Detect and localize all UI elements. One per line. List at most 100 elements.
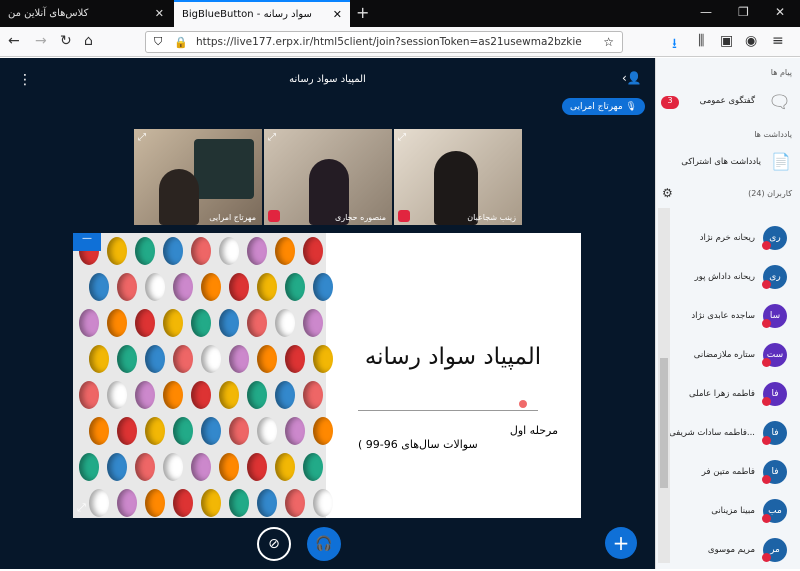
close-icon[interactable]: ✕	[155, 7, 164, 20]
slide-dot	[229, 489, 249, 517]
fullscreen-icon[interactable]: ⤢	[268, 132, 276, 143]
user-list-item[interactable]: فا فاطمه زهرا عاملی	[656, 377, 800, 415]
video-name: مهرتاج امرایی	[209, 213, 256, 222]
user-name: ریحانه داداش پور	[694, 272, 755, 282]
user-list-item[interactable]: مر مریم موسوی	[656, 533, 800, 571]
user-list-item[interactable]: فا فاطمه متین فر	[656, 455, 800, 493]
tab-bigbluebutton[interactable]: BigBlueButton - سواد رسانه ✕	[174, 0, 350, 27]
slide-dot	[107, 237, 127, 265]
slide-dot	[285, 345, 305, 373]
bookmark-star-icon[interactable]: ☆	[603, 35, 614, 49]
user-list-item[interactable]: ست ستاره ملازمضانی	[656, 338, 800, 376]
slide-dot	[219, 309, 239, 337]
close-window-icon[interactable]: ✕	[775, 5, 785, 19]
fullscreen-icon[interactable]: ⤢	[398, 132, 406, 143]
gear-icon[interactable]: ⚙	[662, 186, 673, 200]
home-icon[interactable]: ⌂	[84, 33, 93, 49]
slide-dot	[247, 453, 267, 481]
muted-icon	[762, 241, 771, 250]
slide-dot	[275, 453, 295, 481]
user-sidebar: پیام ها 🗨 گفتگوی عمومی 3 یادداشت ها 📄 یا…	[655, 58, 800, 569]
slide-dot	[117, 417, 137, 445]
slide-dot	[173, 273, 193, 301]
slide-dot	[89, 345, 109, 373]
slide-dot	[107, 309, 127, 337]
slide-dot	[303, 381, 323, 409]
muted-icon	[268, 210, 280, 222]
user-list-item[interactable]: فا فاطمه سادات شریفی ا...	[656, 416, 800, 454]
minimize-icon[interactable]: —	[700, 5, 712, 19]
slide-dot	[79, 381, 99, 409]
slide-dot	[107, 453, 127, 481]
fullscreen-icon[interactable]: ⤢	[77, 501, 86, 515]
slide-dot	[163, 309, 183, 337]
slide-dot	[145, 273, 165, 301]
slide-dot	[173, 345, 193, 373]
slide-subtitle-2: ( سوالات سال‌های 96-99	[358, 438, 478, 451]
muted-icon	[762, 553, 771, 562]
minimize-presentation-button[interactable]: —	[73, 233, 101, 251]
shield-icon[interactable]: ⛉	[154, 35, 162, 49]
slide-dot	[201, 417, 221, 445]
video-tile[interactable]: ⤢ منصوره حجاری	[264, 129, 392, 225]
account-icon[interactable]: ◉	[745, 33, 757, 49]
muted-icon	[762, 475, 771, 484]
reload-icon[interactable]: ↻	[60, 33, 72, 49]
sidebar-toggle-icon[interactable]: ▣	[720, 33, 733, 49]
unread-count-badge: 3	[661, 96, 679, 109]
slide-dot	[89, 273, 109, 301]
slide-dot	[201, 345, 221, 373]
user-list-item[interactable]: مب مبینا مزینانی	[656, 494, 800, 532]
download-icon[interactable]: ⭳	[672, 33, 677, 57]
url-bar[interactable]: ⛉ 🔒 https://live177.erpx.ir/html5client/…	[145, 31, 623, 53]
restore-icon[interactable]: ❐	[738, 5, 749, 19]
slide-dot	[135, 237, 155, 265]
forward-icon[interactable]: →	[35, 33, 47, 49]
slide-dot	[191, 381, 211, 409]
meeting-title: المپیاد سواد رسانه	[289, 74, 366, 85]
pointer-dot	[519, 400, 527, 408]
audio-headset-button[interactable]: 🎧	[307, 527, 341, 561]
talking-indicator: مهرتاج امرایی 🎙	[562, 98, 645, 115]
chat-icon: 🗨	[768, 92, 791, 113]
slide-dot	[275, 237, 295, 265]
back-icon[interactable]: ←	[8, 33, 20, 49]
tab-my-classes[interactable]: کلاس‌های آنلاین من ✕	[0, 0, 172, 27]
user-list-item[interactable]: ری ریحانه خرم نژاد	[656, 221, 800, 259]
slide-dot	[285, 489, 305, 517]
muted-icon	[762, 436, 771, 445]
video-tile[interactable]: ⤢ مهرتاج امرایی	[134, 129, 262, 225]
slide-dot	[79, 453, 99, 481]
slide-dot	[201, 489, 221, 517]
video-name: منصوره حجاری	[334, 213, 386, 222]
slide-dot	[89, 489, 109, 517]
close-icon[interactable]: ✕	[333, 8, 342, 21]
slide-dot	[135, 309, 155, 337]
muted-icon	[762, 358, 771, 367]
url-text: https://live177.erpx.ir/html5client/join…	[196, 36, 582, 48]
user-name: ستاره ملازمضانی	[693, 350, 755, 360]
user-name: فاطمه متین فر	[701, 467, 755, 477]
user-list-item[interactable]: ری ریحانه داداش پور	[656, 260, 800, 298]
fullscreen-icon[interactable]: ⤢	[138, 132, 146, 143]
shared-notes-item[interactable]: 📄 یادداشت های اشتراکی	[656, 148, 800, 176]
navigation-bar: ← → ↻ ⌂ ⛉ 🔒 https://live177.erpx.ir/html…	[0, 27, 800, 57]
user-list-toggle-icon[interactable]: ‹👤	[622, 71, 642, 85]
menu-icon[interactable]: ≡	[772, 33, 784, 49]
meeting-area: ⋮ المپیاد سواد رسانه ‹👤 مهرتاج امرایی 🎙 …	[0, 58, 655, 569]
slide-dot	[219, 237, 239, 265]
library-icon[interactable]: ⫼	[698, 33, 704, 49]
muted-icon	[762, 319, 771, 328]
scrollbar[interactable]	[658, 208, 670, 563]
public-chat-item[interactable]: 🗨 گفتگوی عمومی 3	[656, 88, 800, 116]
slide-dot	[257, 417, 277, 445]
user-list-item[interactable]: سا ساجده عابدی نژاد	[656, 299, 800, 337]
video-tile[interactable]: ⤢ زینب شجاعیان	[394, 129, 522, 225]
slide-dot	[89, 417, 109, 445]
slide-dot	[201, 273, 221, 301]
new-tab-icon[interactable]: +	[356, 3, 369, 22]
tab-label: کلاس‌های آنلاین من	[8, 8, 89, 19]
actions-plus-button[interactable]: +	[605, 527, 637, 559]
camera-off-button[interactable]: ⊘	[257, 527, 291, 561]
slide-dot	[135, 453, 155, 481]
